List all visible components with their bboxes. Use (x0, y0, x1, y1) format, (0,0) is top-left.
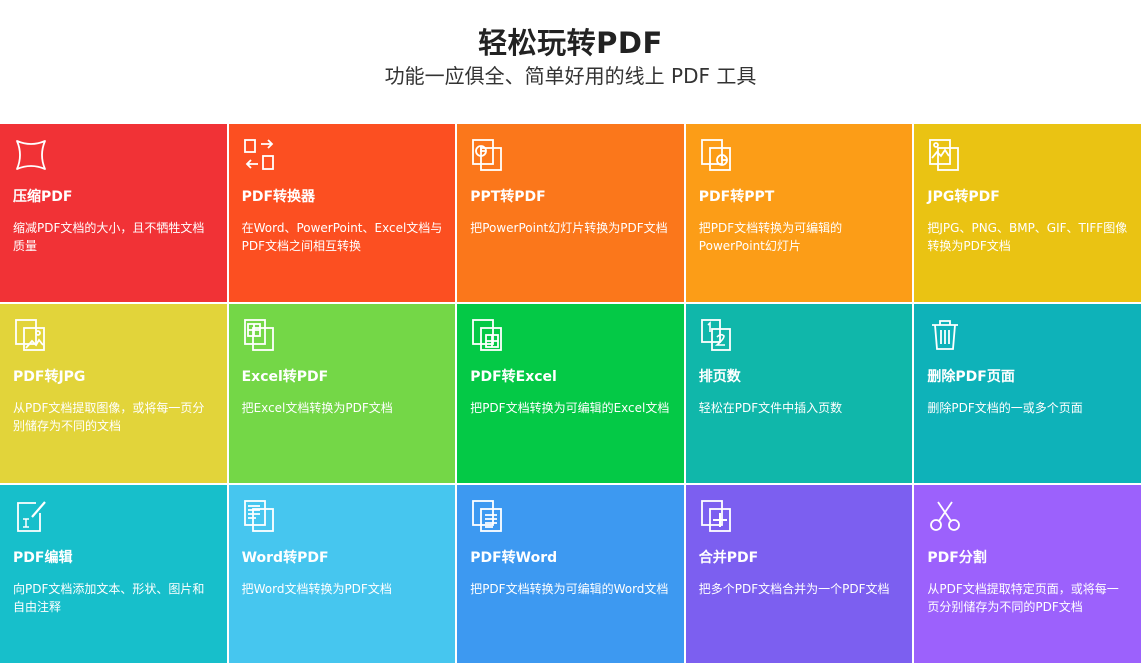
tool-description: 在Word、PowerPoint、Excel文档与PDF文档之间相互转换 (241, 221, 443, 253)
tool-name: PPT转PDF (470, 189, 546, 205)
tool-tile-pdf-converter[interactable]: PDF转换器 在Word、PowerPoint、Excel文档与PDF文档之间相… (228, 124, 456, 303)
tool-tile-compress-pdf[interactable]: 压缩PDF 缩减PDF文档的大小，且不牺牲文档质量 (0, 124, 227, 303)
tool-tile-pdf-edit[interactable]: PDF编辑 向PDF文档添加文本、形状、图片和自由注释 (0, 484, 227, 663)
tool-description: 把Word文档转换为PDF文档 (241, 581, 392, 596)
pdf-to-word-icon (471, 499, 505, 533)
page-header: 轻松玩转PDF 功能一应俱全、简单好用的线上 PDF 工具 (0, 0, 1141, 124)
tool-name: PDF转JPG (13, 369, 86, 386)
tool-name: JPG转PDF (927, 189, 1000, 205)
tool-tile-ppt-to-pdf[interactable]: PPT转PDF 把PowerPoint幻灯片转换为PDF文档 (457, 124, 684, 303)
tool-name: Word转PDF (241, 549, 329, 566)
tool-name: PDF分割 (927, 549, 987, 566)
tool-tile-word-to-pdf[interactable]: Word转PDF 把Word文档转换为PDF文档 (228, 484, 456, 663)
pdf-to-excel-icon (471, 318, 505, 352)
jpg-to-pdf-icon (928, 138, 962, 172)
tool-description: 从PDF文档提取特定页面，或将每一页分别储存为不同的PDF文档 (927, 581, 1119, 614)
tool-description: 把JPG、PNG、BMP、GIF、TIFF图像转换为PDF文档 (927, 221, 1128, 253)
excel-to-pdf-icon (243, 318, 277, 352)
page-number-icon (700, 318, 734, 352)
tool-tile-excel-to-pdf[interactable]: Excel转PDF 把Excel文档转换为PDF文档 (228, 304, 456, 483)
pdf-to-jpg-icon (14, 318, 48, 352)
tool-name: PDF转Word (470, 549, 558, 566)
page-subtitle: 功能一应俱全、简单好用的线上 PDF 工具 (384, 64, 757, 88)
tool-name: Excel转PDF (241, 369, 329, 386)
tool-description: 把PDF文档转换为可编辑的PowerPoint幻灯片 (698, 221, 843, 253)
tool-tile-page-numbers[interactable]: 排页数 轻松在PDF文件中插入页数 (685, 304, 913, 483)
tools-grid: 压缩PDF 缩减PDF文档的大小，且不牺牲文档质量 PDF转换器 在Word、P… (0, 124, 1141, 663)
word-to-pdf-icon (243, 499, 277, 533)
tool-tile-pdf-to-word[interactable]: PDF转Word 把PDF文档转换为可编辑的Word文档 (457, 484, 684, 663)
tool-description: 轻松在PDF文件中插入页数 (698, 401, 843, 416)
trash-icon (928, 318, 962, 352)
tool-name: 合并PDF (698, 549, 759, 566)
ppt-to-pdf-icon (471, 138, 505, 172)
tool-description: 把PDF文档转换为可编辑的Excel文档 (470, 401, 670, 416)
tool-name: PDF转换器 (241, 189, 316, 205)
tool-name: PDF转Excel (470, 369, 557, 386)
tool-tile-pdf-to-jpg[interactable]: PDF转JPG 从PDF文档提取图像，或将每一页分别储存为不同的文档 (0, 304, 227, 483)
tool-tile-jpg-to-pdf[interactable]: JPG转PDF 把JPG、PNG、BMP、GIF、TIFF图像转换为PDF文档 (914, 124, 1141, 303)
tool-description: 把多个PDF文档合并为一个PDF文档 (698, 581, 890, 596)
tool-tile-delete-pdf-pages[interactable]: 删除PDF页面 删除PDF文档的一或多个页面 (914, 304, 1141, 483)
convert-icon (243, 138, 277, 172)
tool-tile-pdf-to-excel[interactable]: PDF转Excel 把PDF文档转换为可编辑的Excel文档 (457, 304, 684, 483)
tool-tile-merge-pdf[interactable]: 合并PDF 把多个PDF文档合并为一个PDF文档 (685, 484, 913, 663)
edit-icon (14, 499, 48, 533)
pdf-to-ppt-icon (700, 138, 734, 172)
page-title: 轻松玩转PDF (478, 26, 663, 60)
tool-name: 压缩PDF (13, 189, 73, 205)
merge-icon (700, 499, 734, 533)
tool-tile-pdf-to-ppt[interactable]: PDF转PPT 把PDF文档转换为可编辑的PowerPoint幻灯片 (685, 124, 913, 303)
tool-tile-pdf-split[interactable]: PDF分割 从PDF文档提取特定页面，或将每一页分别储存为不同的PDF文档 (914, 484, 1141, 663)
tool-name: PDF编辑 (13, 549, 73, 566)
tool-description: 把Excel文档转换为PDF文档 (241, 401, 393, 416)
tool-description: 把PowerPoint幻灯片转换为PDF文档 (470, 221, 668, 235)
tool-description: 从PDF文档提取图像，或将每一页分别储存为不同的文档 (13, 401, 205, 434)
tool-description: 删除PDF文档的一或多个页面 (927, 401, 1083, 416)
tool-description: 把PDF文档转换为可编辑的Word文档 (470, 581, 669, 596)
tool-name: PDF转PPT (698, 189, 775, 205)
tool-name: 排页数 (698, 369, 741, 386)
tool-description: 缩减PDF文档的大小，且不牺牲文档质量 (13, 221, 205, 253)
scissors-icon (928, 499, 962, 533)
tool-description: 向PDF文档添加文本、形状、图片和自由注释 (13, 581, 205, 614)
tool-name: 删除PDF页面 (927, 369, 1015, 386)
compress-icon (14, 138, 48, 172)
